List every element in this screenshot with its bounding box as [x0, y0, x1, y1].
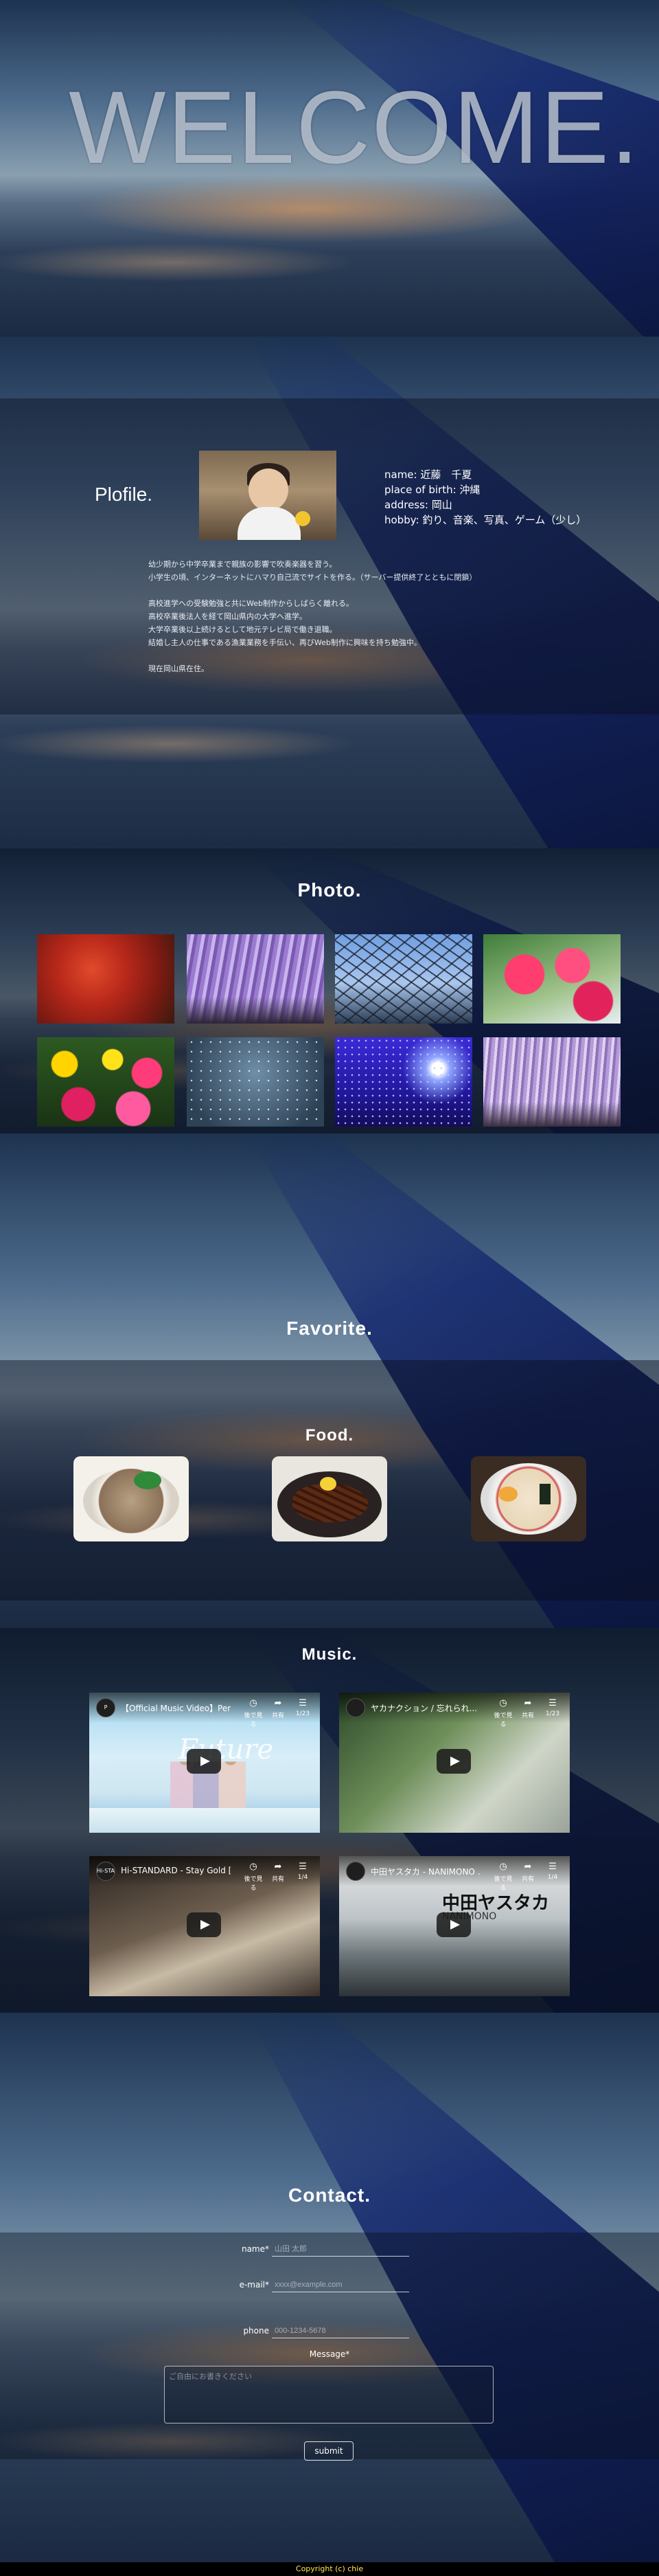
photo-bougainvillea[interactable]	[483, 934, 621, 1024]
email-label: e-mail*	[239, 2280, 269, 2290]
profile-address: address: 岡山	[384, 499, 452, 511]
watch-later-button[interactable]: ◷ 後で見る	[493, 1862, 513, 1892]
channel-avatar[interactable]: Hi-STA	[96, 1862, 115, 1881]
message-label: Message*	[309, 2349, 350, 2359]
playlist-icon: ☰	[548, 1698, 557, 1708]
channel-avatar[interactable]: P	[96, 1698, 115, 1717]
food-section-title: Food.	[305, 1426, 354, 1445]
submit-button[interactable]: submit	[304, 2441, 354, 2461]
play-button[interactable]	[187, 1912, 221, 1937]
video-embed[interactable]: Future P 【Official Music Video】Perfu... …	[89, 1693, 320, 1833]
food-photo-ramen	[471, 1456, 586, 1541]
photo-bare-tree[interactable]	[335, 934, 472, 1024]
clock-icon: ◷	[499, 1862, 507, 1872]
watch-later-button[interactable]: ◷ 後で見る	[243, 1862, 264, 1892]
profile-section-title: Plofile.	[95, 484, 153, 505]
playlist-button[interactable]: ☰ 1/4	[292, 1862, 313, 1881]
video-title[interactable]: ヤカナクション / 忘れられ...	[371, 1702, 481, 1714]
clock-icon: ◷	[499, 1698, 507, 1708]
channel-avatar[interactable]	[346, 1698, 365, 1717]
hero-section: WELCOME.	[0, 0, 659, 337]
email-input[interactable]	[272, 2277, 409, 2292]
video-title[interactable]: Hi-STANDARD - Stay Gold [O...	[121, 1866, 231, 1875]
music-section-title: Music.	[301, 1645, 358, 1664]
playlist-icon: ☰	[299, 1698, 307, 1708]
photo-wisteria[interactable]	[187, 934, 324, 1024]
bio-line: 高校進学への受験勉強と共にWeb制作からしばらく離れる。	[148, 599, 354, 608]
video-embed[interactable]: 中田ヤスタカ NANIMONO 中田ヤスタカ - NANIMONO ... ◷後…	[339, 1856, 570, 1996]
bio-line: 小学生の頃、インターネットにハマり自己流でサイトを作る。（サーバー提供終了ととも…	[148, 573, 477, 582]
clock-icon: ◷	[249, 1698, 257, 1708]
message-textarea[interactable]	[164, 2366, 494, 2424]
photo-flower-bed[interactable]	[37, 1037, 174, 1127]
share-icon: ➦	[274, 1862, 282, 1872]
profile-photo	[199, 451, 336, 540]
share-icon: ➦	[524, 1698, 532, 1708]
video-title[interactable]: 中田ヤスタカ - NANIMONO ...	[371, 1866, 481, 1877]
channel-avatar[interactable]	[346, 1862, 365, 1881]
food-photo-steak	[272, 1456, 387, 1541]
photo-autumn-leaves[interactable]	[37, 934, 174, 1024]
bio-line: 現在岡山県在住。	[148, 664, 209, 673]
email-row: e-mail*	[0, 2277, 659, 2298]
playlist-icon: ☰	[548, 1862, 557, 1872]
favorite-section-title: Favorite.	[286, 1318, 373, 1339]
hero-title: WELCOME.	[69, 69, 640, 185]
playlist-button[interactable]: ☰ 1/23	[292, 1698, 313, 1717]
bio-line: 大学卒業後以上続けるとして地元テレビ局で働き退職。	[148, 625, 337, 634]
photo-snow-sky[interactable]	[187, 1037, 324, 1127]
phone-input[interactable]	[272, 2323, 409, 2338]
playlist-button[interactable]: ☰ 1/4	[542, 1862, 563, 1881]
food-photo-soup	[73, 1456, 189, 1541]
name-row: name*	[0, 2241, 659, 2262]
profile-hobby: hobby: 釣り、音楽、写真、ゲーム（少し）	[384, 514, 587, 526]
phone-row: phone	[0, 2323, 659, 2344]
watch-later-button[interactable]: ◷ 後で見る	[493, 1698, 513, 1728]
profile-name: name: 近藤 千夏	[384, 468, 472, 481]
clock-icon: ◷	[249, 1862, 257, 1872]
share-icon: ➦	[274, 1698, 282, 1708]
profile-bio: 幼少期から中学卒業まで親族の影響で吹奏楽器を習う。 小学生の頃、インターネットに…	[148, 558, 533, 675]
share-button[interactable]: ➦ 共有	[518, 1862, 538, 1883]
contact-section-title: Contact.	[288, 2184, 371, 2206]
play-button[interactable]	[437, 1749, 471, 1774]
bio-line: 幼少期から中学卒業まで親族の影響で吹奏楽器を習う。	[148, 560, 337, 569]
favorite-section	[0, 1133, 659, 1628]
bio-line: 高校卒業後法人を経て岡山県内の大学へ進学。	[148, 612, 307, 621]
share-button[interactable]: ➦ 共有	[518, 1698, 538, 1719]
video-title[interactable]: 【Official Music Video】Perfu...	[121, 1702, 231, 1714]
name-label: name*	[241, 2244, 269, 2254]
share-button[interactable]: ➦ 共有	[268, 1698, 288, 1719]
play-button[interactable]	[187, 1749, 221, 1774]
phone-label: phone	[243, 2326, 269, 2336]
bio-line: 結婚し主人の仕事である漁業業務を手伝い、再びWeb制作に興味を持ち勉強中。	[148, 638, 421, 647]
video-embed[interactable]: Hi-STA Hi-STANDARD - Stay Gold [O... ◷後で…	[89, 1856, 320, 1996]
photo-section-title: Photo.	[297, 879, 362, 901]
playlist-button[interactable]: ☰ 1/23	[542, 1698, 563, 1717]
profile-birthplace: place of birth: 沖縄	[384, 484, 481, 496]
name-input[interactable]	[272, 2241, 409, 2257]
profile-info: name: 近藤 千夏 place of birth: 沖縄 address: …	[384, 467, 586, 528]
photo-blue-illumination[interactable]	[335, 1037, 472, 1127]
playlist-icon: ☰	[299, 1862, 307, 1872]
share-button[interactable]: ➦ 共有	[268, 1862, 288, 1883]
footer-copyright: Copyright (c) chie	[0, 2562, 659, 2576]
share-icon: ➦	[524, 1862, 532, 1872]
photo-wisteria-tunnel[interactable]	[483, 1037, 621, 1127]
play-button[interactable]	[437, 1912, 471, 1937]
video-embed[interactable]: ヤカナクション / 忘れられ... ◷ 後で見る ➦ 共有 ☰ 1/23	[339, 1693, 570, 1833]
watch-later-button[interactable]: ◷ 後で見る	[243, 1698, 264, 1728]
